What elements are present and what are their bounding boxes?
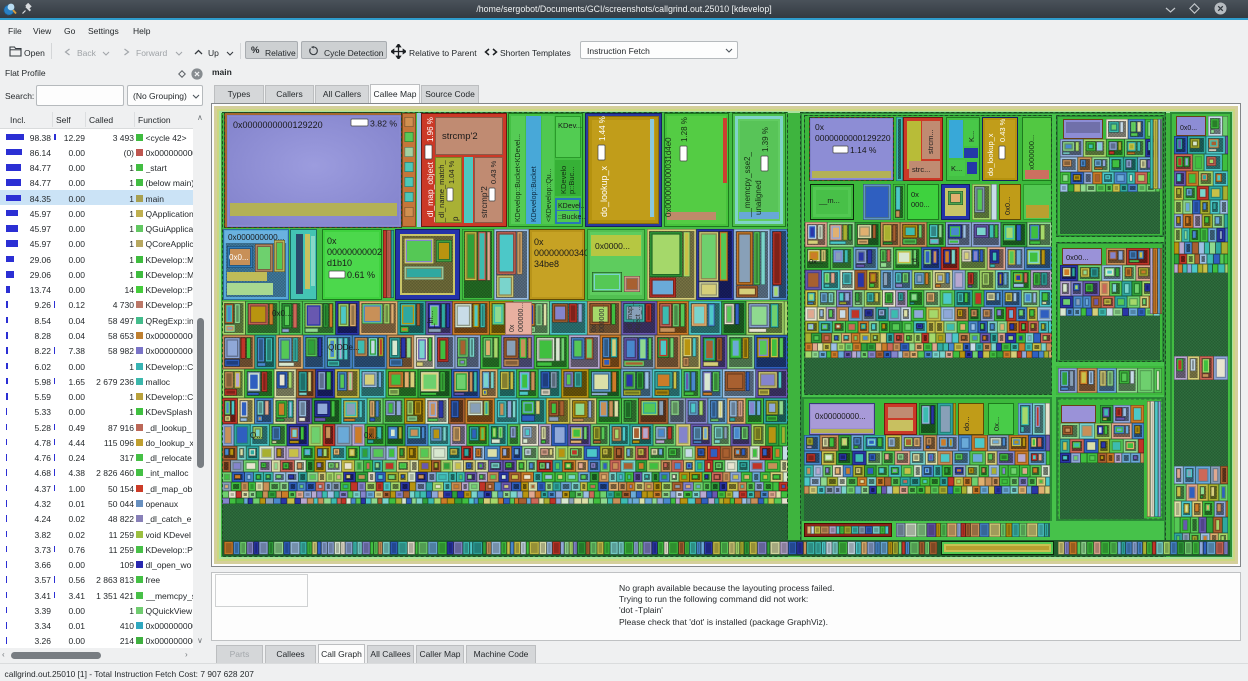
svg-text:<KDevelop::Qu...: <KDevelop::Qu... xyxy=(546,168,553,222)
svg-text:d1b10: d1b10 xyxy=(327,258,352,268)
svg-text:unaligned: unaligned xyxy=(754,180,763,215)
svg-text:0.43 %: 0.43 % xyxy=(998,118,1007,142)
svg-text:1.14 %: 1.14 % xyxy=(850,145,877,155)
svg-text:_in...: _in... xyxy=(426,311,435,329)
svg-text:000...: 000... xyxy=(911,200,930,209)
svg-text:_d...: _d... xyxy=(912,252,919,267)
svg-text:__memcpy_sse2_: __memcpy_sse2_ xyxy=(743,152,752,218)
svg-text:0x0000000000129220: 0x0000000000129220 xyxy=(233,120,323,130)
svg-text:0x00000000...: 0x00000000... xyxy=(815,412,866,421)
svg-text:::Bucke...: ::Bucke... xyxy=(558,214,587,221)
svg-text:do_lookup_x: do_lookup_x xyxy=(599,165,609,217)
svg-text:34be8: 34be8 xyxy=(534,259,559,269)
svg-text:0x: 0x xyxy=(327,236,337,246)
svg-text:__m...: __m... xyxy=(818,196,840,205)
svg-text:KDevelop::Bucket: KDevelop::Bucket xyxy=(531,166,538,222)
svg-text:strcm...: strcm... xyxy=(926,129,935,154)
svg-text:0x: 0x xyxy=(591,324,598,332)
svg-text:strcmp'2: strcmp'2 xyxy=(479,186,489,218)
svg-text:0x: 0x xyxy=(509,324,516,332)
svg-text:KDevelop::Bucket<KDevel...: KDevelop::Bucket<KDevel... xyxy=(515,134,522,222)
svg-text:000000...: 000000... xyxy=(518,303,525,332)
svg-text:p::Buc...: p::Buc... xyxy=(567,166,576,194)
svg-text:0.61 %: 0.61 % xyxy=(347,270,375,280)
svg-text:1.39 %: 1.39 % xyxy=(761,127,770,152)
svg-text:0000000000129220: 0000000000129220 xyxy=(815,133,891,143)
svg-text:0x...: 0x... xyxy=(992,417,1001,431)
svg-text:3.82 %: 3.82 % xyxy=(370,119,397,129)
svg-text:0x0000...: 0x0000... xyxy=(595,241,630,251)
svg-text:0x: 0x xyxy=(815,122,825,132)
svg-text:0x...: 0x... xyxy=(809,257,823,266)
svg-text:0x: 0x xyxy=(911,190,919,199)
svg-text:KDev...: KDev... xyxy=(558,121,582,130)
svg-text:_dl_name_match_: _dl_name_match_ xyxy=(437,159,446,223)
svg-text:do_lookup_x: do_lookup_x xyxy=(986,133,995,176)
svg-text:strcmp'2: strcmp'2 xyxy=(442,131,478,142)
svg-text:strc...: strc... xyxy=(912,165,930,174)
svg-text:000000...: 000000... xyxy=(599,303,606,332)
svg-text:KDevel...: KDevel... xyxy=(558,203,586,210)
svg-text:p: p xyxy=(451,216,460,221)
svg-text:1.44 %: 1.44 % xyxy=(598,116,607,141)
svg-text:0x0...: 0x0... xyxy=(1003,197,1012,215)
svg-text:1.96 %: 1.96 % xyxy=(426,117,435,142)
svg-text:00000000340: 00000000340 xyxy=(534,248,589,258)
svg-text:0x: 0x xyxy=(534,237,544,247)
svg-text:1.28 %: 1.28 % xyxy=(680,117,689,142)
svg-text:QIODe...: QIODe... xyxy=(328,343,360,352)
svg-text:0.43 %: 0.43 % xyxy=(489,160,498,184)
svg-text:0x...: 0x... xyxy=(364,431,379,440)
svg-text:do...: do... xyxy=(962,416,971,431)
svg-text:object_...: object_... xyxy=(635,305,642,333)
svg-text:0x0...: 0x0... xyxy=(272,309,292,318)
svg-text:0x000000000031d4e0: 0x000000000031d4e0 xyxy=(664,137,673,217)
svg-text:K...: K... xyxy=(967,131,976,142)
svg-text:0x000000...: 0x000000... xyxy=(1027,135,1036,174)
svg-text:Q...: Q... xyxy=(250,431,263,440)
svg-text:_dl_map_object: _dl_map_object xyxy=(425,161,435,223)
svg-text:0x0...: 0x0... xyxy=(229,253,249,262)
svg-text:00000000002: 00000000002 xyxy=(327,247,382,257)
svg-text:K...: K... xyxy=(951,164,962,173)
svg-text:1.04 %: 1.04 % xyxy=(447,160,456,184)
svg-text:_dl_map_: _dl_map_ xyxy=(627,302,634,334)
